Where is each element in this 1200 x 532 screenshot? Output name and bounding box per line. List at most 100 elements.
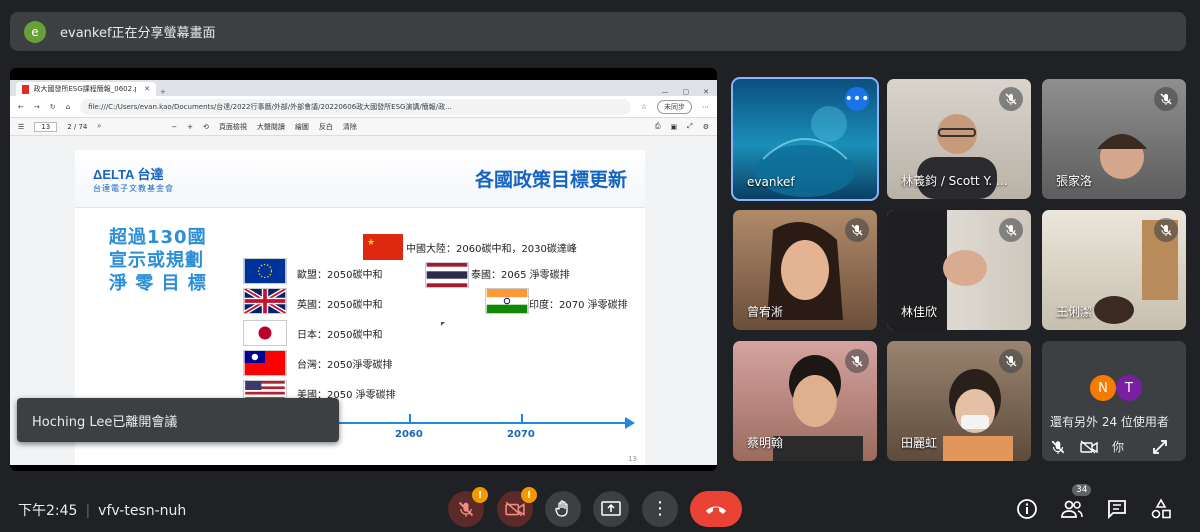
save-icon[interactable]: ▣ xyxy=(670,123,677,131)
settings-icon[interactable]: ⚙ xyxy=(703,123,709,131)
browser-tab-title: 政大國發所ESG課程簡報_0602.p... xyxy=(33,85,137,93)
muted-mic-icon xyxy=(1154,87,1178,111)
page-number-input[interactable]: 13 xyxy=(34,121,58,132)
back-icon[interactable]: ← xyxy=(18,103,24,111)
browser-tab[interactable]: 政大國發所ESG課程簡報_0602.p... ✕ xyxy=(16,82,156,96)
url-field[interactable]: file:///C:/Users/evan.kao/Documents/台達/2… xyxy=(80,98,631,115)
participant-count-badge: 34 xyxy=(1072,484,1092,496)
meeting-details-button[interactable] xyxy=(1014,496,1040,522)
muted-mic-icon xyxy=(999,87,1023,111)
others-count-text: 還有另外 24 位使用者 xyxy=(1050,415,1169,429)
reload-icon[interactable]: ↻ xyxy=(50,103,56,111)
sync-button[interactable]: 未同步 xyxy=(657,99,692,114)
favorite-icon[interactable]: ☆ xyxy=(641,103,647,111)
japan-flag-icon xyxy=(243,320,287,346)
zoom-in-icon[interactable]: + xyxy=(187,123,193,131)
fullscreen-icon[interactable]: ⤢ xyxy=(687,122,693,131)
present-screen-icon xyxy=(601,501,621,516)
warning-badge: ! xyxy=(521,487,537,503)
raise-hand-button[interactable] xyxy=(545,491,581,527)
contents-icon[interactable]: ☰ xyxy=(18,123,24,131)
chat-button[interactable] xyxy=(1104,496,1130,522)
new-tab-icon[interactable]: + xyxy=(160,88,166,96)
more-options-button[interactable]: ⋮ xyxy=(642,491,678,527)
pdf-toolbar: ☰ 13 2 / 74 ⌕ − + ⟲ 頁面檢視 大聲閱讀 繪圖 反白 清除 ⎙… xyxy=(10,118,717,136)
others-tile[interactable]: N T 還有另外 24 位使用者 你 xyxy=(1042,341,1186,461)
activities-button[interactable] xyxy=(1148,496,1174,522)
highlight-button[interactable]: 反白 xyxy=(319,122,333,132)
erase-button[interactable]: 清除 xyxy=(343,122,357,132)
country-label: 台灣：2050淨零碳排 xyxy=(297,360,393,371)
close-tab-icon[interactable]: ✕ xyxy=(144,85,150,93)
minimize-icon[interactable]: — xyxy=(662,88,669,96)
you-label: 你 xyxy=(1112,440,1125,454)
search-icon[interactable]: ⌕ xyxy=(97,122,101,131)
zoom-out-icon[interactable]: − xyxy=(171,123,177,131)
leave-call-button[interactable] xyxy=(690,491,742,527)
rotate-icon[interactable]: ⟲ xyxy=(203,123,209,131)
china-flag-icon: ★ xyxy=(363,234,403,260)
muted-mic-icon[interactable] xyxy=(1050,439,1066,455)
headline-line: 淨 零 目 標 xyxy=(109,273,207,294)
page-total: 2 / 74 xyxy=(67,122,88,131)
headline-line: 超過130國 xyxy=(109,227,207,248)
participant-name: 曾宥淅 xyxy=(747,305,784,319)
participant-tile[interactable]: 田麗虹 xyxy=(887,341,1031,461)
meeting-code: vfv-tesn-nuh xyxy=(98,503,187,519)
more-options-icon[interactable]: ••• xyxy=(845,87,869,111)
timeline-arrow-icon xyxy=(625,417,635,429)
participant-bubble: N xyxy=(1090,375,1116,401)
timeline-line xyxy=(335,422,627,424)
uk-flag-icon xyxy=(243,288,287,314)
participant-tile[interactable]: 曾宥淅 xyxy=(733,210,877,330)
print-icon[interactable]: ⎙ xyxy=(655,122,661,131)
meeting-info: 下午2:45 | vfv-tesn-nuh xyxy=(18,500,186,520)
read-aloud-button[interactable]: 大聲閱讀 xyxy=(257,122,285,132)
camera-button[interactable]: ! xyxy=(497,487,537,527)
current-time: 下午2:45 xyxy=(18,503,78,519)
country-label: 中國大陸：2060碳中和，2030碳達峰 xyxy=(406,244,577,255)
thailand-flag-icon xyxy=(425,262,469,288)
participant-tile[interactable]: ••• evankef xyxy=(731,77,879,201)
participant-tile[interactable]: 林義鈞 / Scott Y. ... xyxy=(887,79,1031,199)
camera-off-icon[interactable] xyxy=(1080,439,1098,455)
draw-button[interactable]: 繪圖 xyxy=(295,122,309,132)
country-label: 英國：2050碳中和 xyxy=(297,300,383,311)
eu-flag-icon xyxy=(243,258,287,284)
headline-line: 宣示或規劃 xyxy=(109,250,204,271)
participant-tile[interactable]: 林佳欣 xyxy=(887,210,1031,330)
window-controls: — ▢ ✕ xyxy=(662,88,718,96)
muted-mic-icon xyxy=(1154,218,1178,242)
separator: | xyxy=(85,503,91,519)
participant-name: 田麗虹 xyxy=(901,436,938,450)
participant-tile[interactable]: 王俐潔 xyxy=(1042,210,1186,330)
microphone-button[interactable]: ! xyxy=(448,487,488,527)
sharing-banner-text: evankef正在分享螢幕畫面 xyxy=(60,26,216,41)
close-window-icon[interactable]: ✕ xyxy=(703,88,709,96)
participant-tile[interactable]: 蔡明翰 xyxy=(733,341,877,461)
timeline-tick xyxy=(521,414,523,424)
people-button[interactable] xyxy=(1059,496,1085,522)
country-label: 泰國：2065 淨零碳排 xyxy=(471,270,570,281)
participant-tile[interactable]: 張家洛 xyxy=(1042,79,1186,199)
chat-icon xyxy=(1108,500,1126,520)
address-bar: ← → ↻ ⌂ file:///C:/Users/evan.kao/Docume… xyxy=(10,96,717,118)
menu-dots-icon[interactable]: ⋯ xyxy=(702,103,709,111)
forward-icon[interactable]: → xyxy=(34,103,40,111)
present-button[interactable] xyxy=(593,491,629,527)
camera-off-icon xyxy=(505,501,525,517)
maximize-icon[interactable]: ▢ xyxy=(683,88,690,96)
warning-badge: ! xyxy=(472,487,488,503)
expand-icon[interactable] xyxy=(1152,439,1168,455)
home-icon[interactable]: ⌂ xyxy=(66,103,70,111)
more-vert-icon: ⋮ xyxy=(651,498,669,519)
sharing-banner: e evankef正在分享螢幕畫面 xyxy=(10,12,1186,51)
participant-bubble: T xyxy=(1116,375,1142,401)
page-view-button[interactable]: 頁面檢視 xyxy=(219,122,247,132)
slide-title: 各國政策目標更新 xyxy=(474,169,627,191)
participant-name: 張家洛 xyxy=(1056,174,1093,188)
mic-off-icon xyxy=(458,501,474,517)
participant-name: 王俐潔 xyxy=(1056,305,1093,319)
meet-window: e evankef正在分享螢幕畫面 政大國發所ESG課程簡報_0602.p...… xyxy=(0,0,1200,532)
activities-icon xyxy=(1151,498,1171,519)
